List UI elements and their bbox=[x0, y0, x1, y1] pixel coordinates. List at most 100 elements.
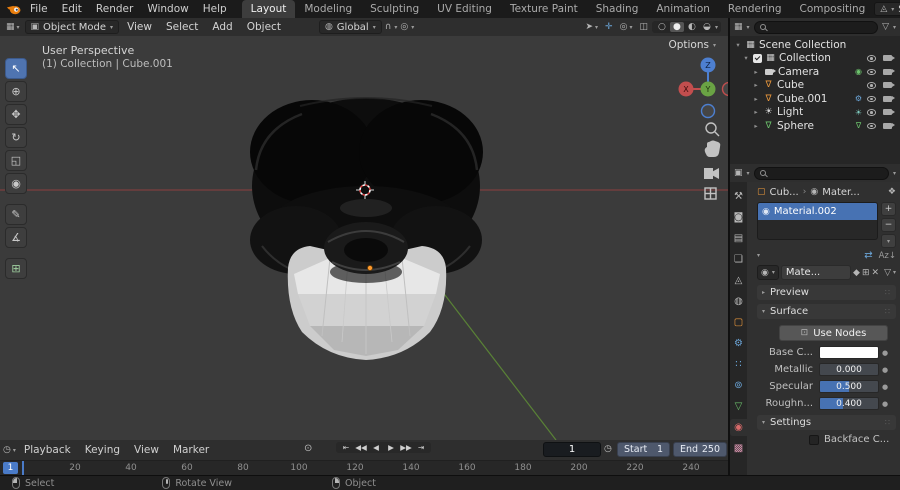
workspace-tab-shading[interactable]: Shading bbox=[587, 0, 648, 18]
remove-slot-button[interactable]: − bbox=[881, 218, 896, 232]
playhead[interactable] bbox=[22, 461, 24, 476]
render-properties-tab[interactable]: ◙ bbox=[730, 209, 747, 226]
particles-properties-tab[interactable]: ∷ bbox=[730, 356, 747, 373]
disclosure-icon[interactable]: ▸ bbox=[752, 122, 760, 130]
funnel-icon[interactable]: ▽ bbox=[884, 268, 891, 278]
menu-view[interactable]: View bbox=[121, 18, 158, 36]
menu-edit[interactable]: Edit bbox=[55, 0, 89, 18]
physics-properties-tab[interactable]: ⊚ bbox=[730, 377, 747, 394]
add-cube-tool[interactable]: ⊞ bbox=[5, 258, 27, 279]
preview-panel-header[interactable]: ▸ Preview ∷ bbox=[757, 285, 896, 300]
breadcrumb-object[interactable]: Cub... bbox=[770, 187, 799, 198]
specular-slider[interactable]: 0.500 bbox=[819, 380, 879, 393]
hide-eye-icon[interactable] bbox=[867, 82, 876, 89]
auto-keying-toggle[interactable]: ⊙ bbox=[304, 443, 312, 454]
material-properties-tab[interactable]: ◉ bbox=[730, 419, 747, 436]
menu-help[interactable]: Help bbox=[196, 0, 234, 18]
current-frame-field[interactable]: 1 bbox=[543, 442, 601, 457]
backface-culling-checkbox[interactable] bbox=[809, 434, 819, 445]
snap-magnet-toggle[interactable]: ∩ bbox=[385, 22, 392, 32]
menu-file[interactable]: File bbox=[23, 0, 55, 18]
shading-material-button[interactable]: ◐ bbox=[685, 22, 699, 32]
workspace-tab-rendering[interactable]: Rendering bbox=[719, 0, 791, 18]
animate-dot-icon[interactable]: ● bbox=[879, 400, 891, 408]
scene-properties-tab[interactable]: ◬ bbox=[730, 272, 747, 289]
playhead-frame-label[interactable]: 1 bbox=[3, 462, 18, 474]
roughness-slider[interactable]: 0.400 bbox=[819, 397, 879, 410]
shading-solid-button[interactable]: ● bbox=[669, 22, 684, 32]
next-keyframe-button[interactable]: ▶▶ bbox=[399, 443, 413, 452]
fake-user-shield-icon[interactable]: ◆ bbox=[853, 268, 860, 278]
world-properties-tab[interactable]: ◍ bbox=[730, 293, 747, 310]
rotate-tool[interactable]: ↻ bbox=[5, 127, 27, 148]
workspace-tab-compositing[interactable]: Compositing bbox=[791, 0, 875, 18]
outliner-row-light[interactable]: ▸ ☀ Light ☀ bbox=[730, 106, 900, 120]
menu-playback[interactable]: Playback bbox=[18, 441, 77, 459]
hide-eye-icon[interactable] bbox=[867, 68, 876, 75]
panel-grip-icon[interactable]: ∷ bbox=[885, 418, 891, 427]
animate-dot-icon[interactable]: ● bbox=[879, 383, 891, 391]
disclosure-icon[interactable]: ▸ bbox=[752, 81, 760, 89]
play-button[interactable]: ▶ bbox=[384, 443, 398, 452]
panel-grip-icon[interactable]: ∷ bbox=[885, 288, 891, 297]
material-slot-list[interactable]: ◉ Material.002 bbox=[757, 202, 878, 240]
proportional-dropdown[interactable]: ▾ bbox=[411, 24, 414, 31]
chevron-down-icon[interactable]: ▾ bbox=[893, 269, 896, 276]
transform-tool[interactable]: ◉ bbox=[5, 173, 27, 194]
menu-add[interactable]: Add bbox=[206, 18, 238, 36]
use-nodes-button[interactable]: ⊡ Use Nodes bbox=[779, 325, 888, 341]
animate-dot-icon[interactable]: ● bbox=[879, 366, 891, 374]
render-visibility-icon[interactable] bbox=[883, 82, 896, 89]
play-reverse-button[interactable]: ◀ bbox=[369, 443, 383, 452]
output-properties-tab[interactable]: ▤ bbox=[730, 230, 747, 247]
blender-logo-icon[interactable] bbox=[6, 4, 21, 15]
shading-rendered-button[interactable]: ◒ bbox=[700, 22, 714, 32]
menu-select[interactable]: Select bbox=[160, 18, 204, 36]
shading-dropdown[interactable]: ▾ bbox=[715, 24, 718, 31]
hide-eye-icon[interactable] bbox=[867, 95, 876, 102]
show-gizmo-toggle[interactable]: ✛ bbox=[605, 22, 613, 32]
outliner-editor-icon[interactable]: ▦ bbox=[734, 22, 743, 32]
workspace-tab-uv-editing[interactable]: UV Editing bbox=[428, 0, 501, 18]
animate-dot-icon[interactable]: ● bbox=[879, 349, 891, 357]
material-name-field[interactable]: Mate... bbox=[780, 265, 852, 280]
viewport-canvas[interactable]: Z X Y User Perspective (1) Collection | … bbox=[0, 36, 728, 440]
workspace-tab-animation[interactable]: Animation bbox=[647, 0, 719, 18]
workspace-tab-sculpting[interactable]: Sculpting bbox=[361, 0, 428, 18]
disclosure-icon[interactable]: ▾ bbox=[742, 54, 750, 62]
outliner-row-scene-collection[interactable]: ▾ ▦ Scene Collection bbox=[730, 38, 900, 52]
render-visibility-icon[interactable] bbox=[883, 95, 896, 102]
slot-specials-dropdown[interactable]: ▾ bbox=[881, 234, 896, 248]
object-data-properties-tab[interactable]: ▽ bbox=[730, 398, 747, 415]
selectability-visibility-dropdown[interactable]: ➤ ▾ bbox=[582, 22, 601, 32]
material-slot-active[interactable]: ◉ Material.002 bbox=[758, 203, 877, 220]
workspace-tab-layout[interactable]: Layout bbox=[241, 0, 296, 18]
sort-alphabetical-icon[interactable]: Az↓ bbox=[879, 251, 896, 261]
outliner-row-collection[interactable]: ▾ ▦ Collection bbox=[730, 52, 900, 66]
timeline-ruler[interactable]: 20 40 60 80 100 120 140 160 180 200 220 … bbox=[0, 460, 728, 476]
disclosure-icon[interactable]: ▾ bbox=[734, 41, 742, 49]
panel-grip-icon[interactable]: ∷ bbox=[885, 307, 891, 316]
breadcrumb-material[interactable]: Mater... bbox=[822, 187, 860, 198]
measure-tool[interactable]: ∡ bbox=[5, 227, 27, 248]
render-visibility-icon[interactable] bbox=[883, 68, 896, 75]
start-frame-field[interactable]: Start 1 bbox=[617, 442, 670, 457]
filter-dropdown[interactable]: ▾ bbox=[893, 24, 896, 31]
outliner-row-sphere[interactable]: ▸ ∇ Sphere ∇ bbox=[730, 119, 900, 133]
scale-tool[interactable]: ◱ bbox=[5, 150, 27, 171]
tool-properties-tab[interactable]: ⚒ bbox=[730, 188, 747, 205]
disclosure-icon[interactable]: ▸ bbox=[752, 108, 760, 116]
properties-editor-icon[interactable]: ▣ bbox=[734, 168, 743, 178]
base-color-swatch[interactable] bbox=[819, 346, 879, 359]
gizmo-negative-z-handle[interactable] bbox=[700, 103, 716, 119]
outliner-row-cube-001[interactable]: ▸ ∇ Cube.001 ⚙ bbox=[730, 92, 900, 106]
mode-dropdown[interactable]: ▣ Object Mode ▾ bbox=[24, 20, 120, 34]
transform-orientation-dropdown[interactable]: ◍ Global ▾ bbox=[318, 20, 382, 34]
snap-dropdown[interactable]: ▾ bbox=[394, 24, 397, 31]
duplicate-material-icon[interactable]: ⊞ bbox=[862, 268, 870, 278]
render-visibility-icon[interactable] bbox=[883, 122, 896, 129]
modifier-properties-tab[interactable]: ⚙ bbox=[730, 335, 747, 352]
list-filter-grip[interactable]: ▾ bbox=[757, 252, 760, 259]
timeline-editor-icon[interactable]: ◷ bbox=[3, 445, 11, 455]
metallic-slider[interactable]: 0.000 bbox=[819, 363, 879, 376]
